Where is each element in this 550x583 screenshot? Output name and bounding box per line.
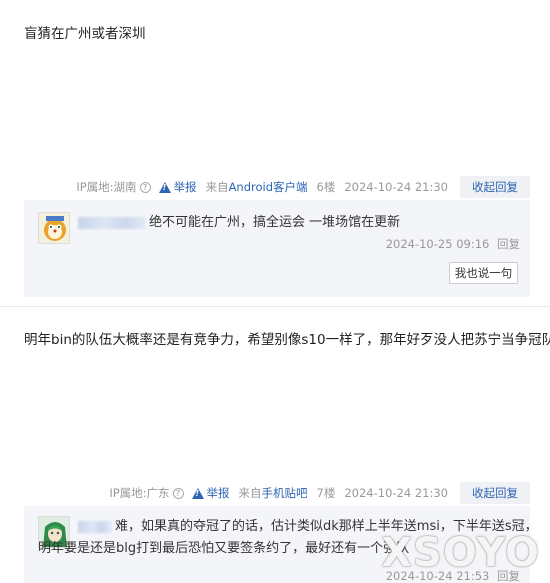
say-something-button[interactable]: 我也说一句 bbox=[449, 262, 518, 284]
avatar[interactable] bbox=[38, 212, 70, 244]
post-datetime: 2024-10-24 21:30 bbox=[344, 180, 448, 194]
collapse-reply-button[interactable]: 收起回复 bbox=[460, 482, 530, 504]
collapse-reply-button[interactable]: 收起回复 bbox=[460, 176, 530, 198]
floor-number: 6楼 bbox=[316, 180, 336, 194]
warning-icon bbox=[191, 487, 204, 499]
source-prefix: 来自 bbox=[238, 486, 262, 500]
source-prefix: 来自 bbox=[205, 180, 229, 194]
post-datetime: 2024-10-24 21:30 bbox=[344, 486, 448, 500]
reply-meta: 2024-10-25 09:16 回复 bbox=[386, 236, 520, 252]
reply-content: 绝不可能在广州，搞全运会 一堆场馆在更新 bbox=[78, 212, 400, 234]
username-blurred[interactable] bbox=[78, 520, 112, 533]
post-meta: IP属地:广东 ? 举报 来自 手机贴吧 7楼 2024-10-24 21:30… bbox=[105, 482, 530, 504]
reply-list: 绝不可能在广州，搞全运会 一堆场馆在更新 2024-10-25 09:16 回复… bbox=[24, 200, 530, 297]
post-meta: IP属地:湖南 ? 举报 来自 Android客户端 6楼 2024-10-24… bbox=[72, 176, 530, 198]
post-floor-6: 盲猜在广州或者深圳 IP属地:湖南 ? 举报 来自 Android客户端 6楼 … bbox=[0, 0, 550, 305]
warning-icon bbox=[158, 181, 171, 193]
source-client-link[interactable]: 手机贴吧 bbox=[262, 485, 308, 501]
post-content: 明年bin的队伍大概率还是有竞争力，希望别像s10一样了，那年好歹没人把苏宁当争… bbox=[24, 332, 550, 348]
username-blurred[interactable] bbox=[78, 216, 146, 229]
reply-link[interactable]: 回复 bbox=[497, 237, 520, 251]
help-icon[interactable]: ? bbox=[172, 487, 184, 499]
report-link[interactable]: 举报 bbox=[191, 485, 230, 501]
floor-number: 7楼 bbox=[316, 486, 336, 500]
reply-item: 绝不可能在广州，搞全运会 一堆场馆在更新 2024-10-25 09:16 回复 bbox=[38, 212, 520, 262]
reply-datetime: 2024-10-25 09:16 bbox=[385, 237, 490, 251]
watermark-logo: XSOYO bbox=[381, 530, 540, 576]
ip-location: IP属地:湖南 bbox=[76, 180, 137, 194]
help-icon[interactable]: ? bbox=[139, 181, 151, 193]
source-client-link[interactable]: Android客户端 bbox=[229, 179, 308, 195]
ip-location: IP属地:广东 bbox=[109, 486, 170, 500]
post-content: 盲猜在广州或者深圳 bbox=[24, 26, 146, 42]
report-link[interactable]: 举报 bbox=[158, 179, 197, 195]
